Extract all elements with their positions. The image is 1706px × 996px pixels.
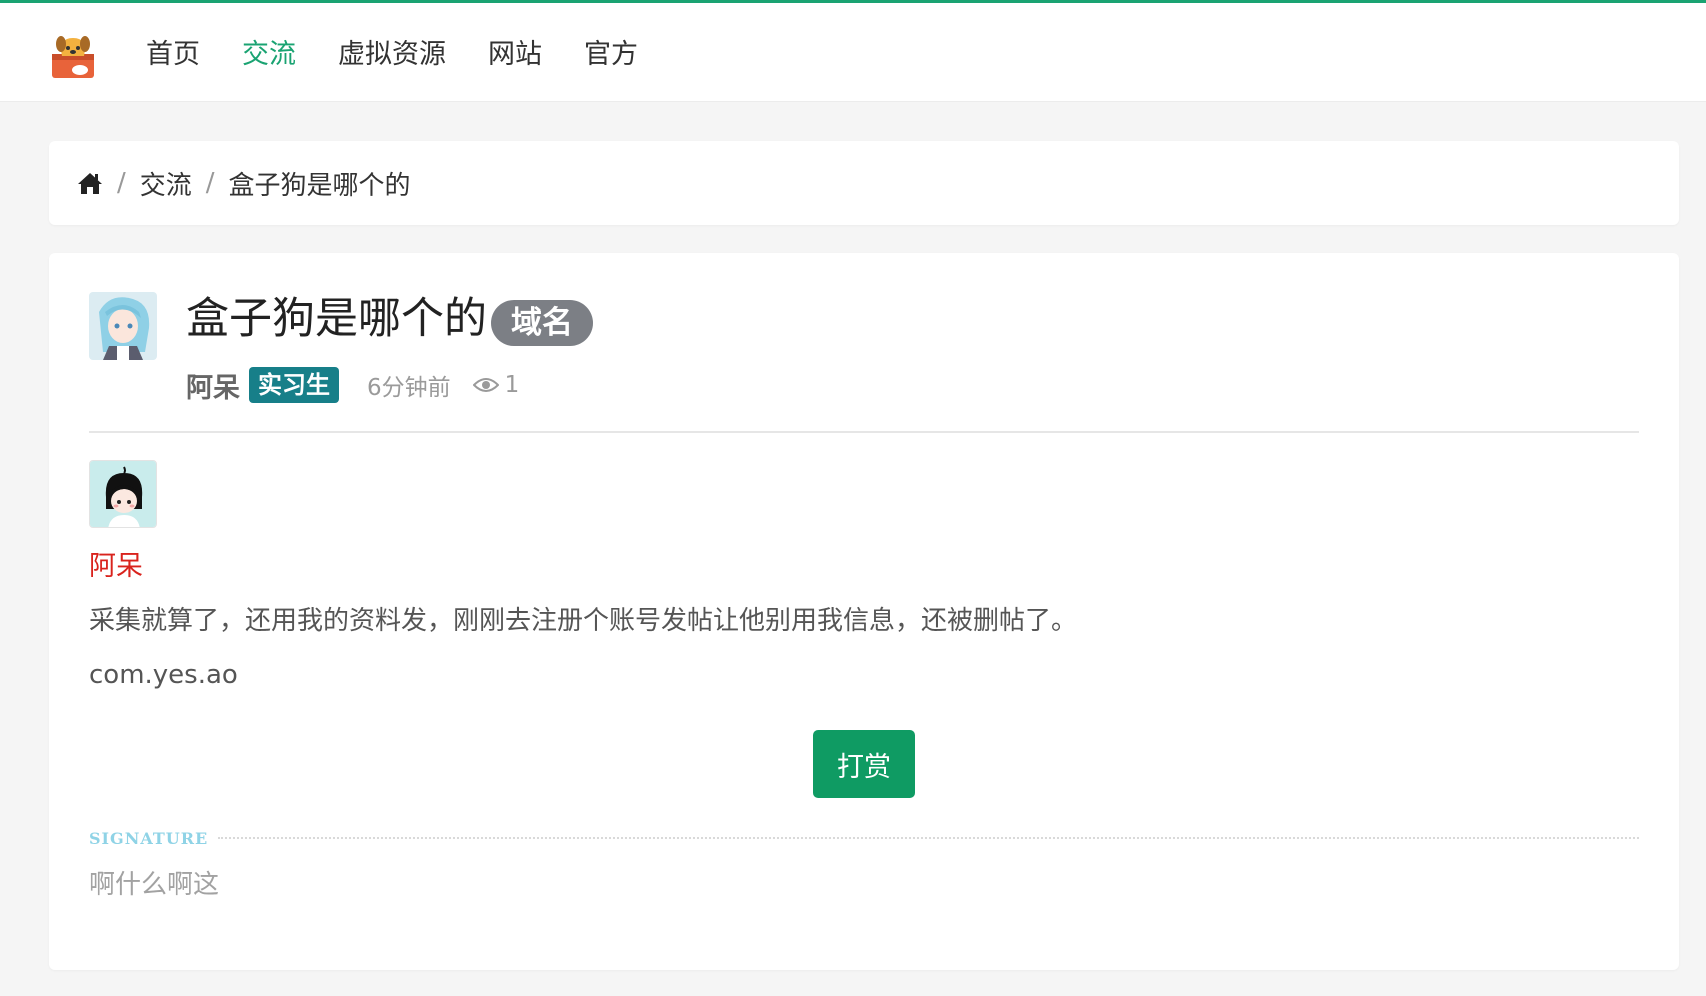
reply-content: 采集就算了，还用我的资料发，刚刚去注册个账号发帖让他别用我信息，还被删帖了。	[89, 606, 1078, 636]
nav-item-community[interactable]: 交流	[242, 33, 296, 77]
nav-item-websites[interactable]: 网站	[488, 33, 542, 77]
breadcrumb-item-community[interactable]: 交流	[140, 165, 192, 202]
user-role-badge: 实习生	[249, 367, 339, 403]
signature-dotted-line	[218, 837, 1639, 839]
site-logo-icon[interactable]	[48, 32, 98, 82]
main-nav: 首页 交流 虚拟资源 网站 官方	[146, 33, 680, 77]
nav-item-home[interactable]: 首页	[146, 33, 200, 77]
top-navbar: 首页 交流 虚拟资源 网站 官方	[0, 0, 1706, 102]
breadcrumb-separator: /	[205, 168, 215, 198]
reply-domain-text: com.yes.ao	[89, 660, 238, 690]
eye-icon	[472, 376, 500, 394]
post-time: 6分钟前	[367, 375, 451, 401]
tip-button[interactable]: 打赏	[813, 730, 915, 798]
post-meta: 阿呆 实习生 6分钟前 1	[186, 365, 519, 405]
post-title: 盒子狗是哪个的	[186, 294, 487, 344]
reply-author-name[interactable]: 阿呆	[89, 549, 143, 585]
post-tag-badge[interactable]: 域名	[491, 300, 593, 346]
breadcrumb-card: / 交流 / 盒子狗是哪个的	[49, 141, 1679, 225]
post-card: 盒子狗是哪个的 域名 阿呆 实习生 6分钟前 1 阿呆 采集就算了，还用我的资料…	[49, 253, 1679, 970]
signature-text: 啊什么啊这	[89, 870, 220, 900]
breadcrumb-item-current: 盒子狗是哪个的	[228, 170, 411, 201]
nav-item-official[interactable]: 官方	[584, 33, 638, 77]
home-icon[interactable]	[77, 170, 103, 196]
signature-divider: SIGNATURE	[89, 825, 1639, 851]
signature-label: SIGNATURE	[89, 828, 209, 848]
divider	[89, 431, 1639, 433]
view-count: 1	[504, 372, 520, 398]
post-author[interactable]: 阿呆	[186, 366, 240, 405]
author-avatar[interactable]	[89, 292, 157, 360]
breadcrumb: / 交流 / 盒子狗是哪个的	[77, 141, 411, 225]
reply-author-avatar[interactable]	[89, 460, 157, 528]
nav-item-virtual-resources[interactable]: 虚拟资源	[338, 33, 446, 77]
breadcrumb-separator: /	[117, 168, 126, 198]
